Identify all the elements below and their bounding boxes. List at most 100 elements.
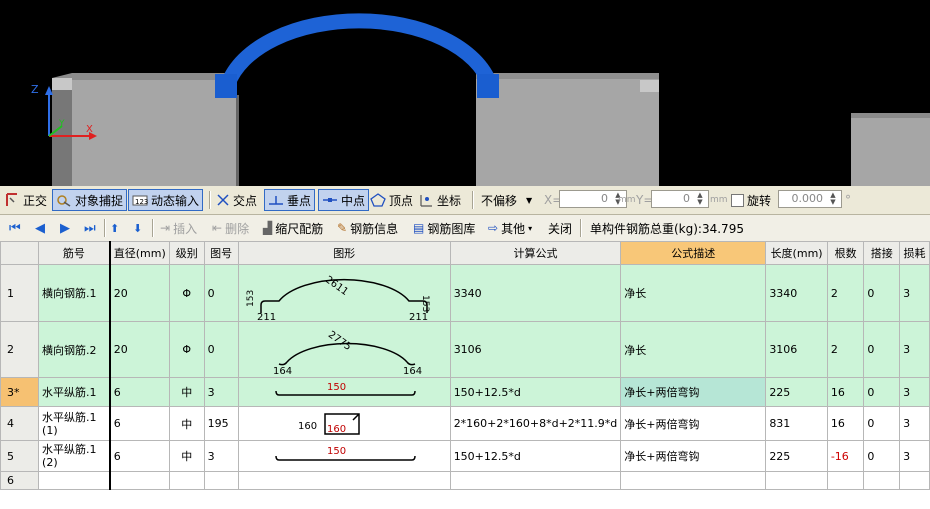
row-index[interactable]: 6 <box>0 471 40 490</box>
object-snap-button[interactable]: 对象捕捉 <box>52 189 128 211</box>
header-cell-figure-no[interactable]: 图号 <box>203 241 239 265</box>
move-up-icon[interactable]: ⬆ <box>110 218 119 238</box>
cell-name[interactable]: 水平纵筋.1 <box>38 377 111 407</box>
table-row[interactable]: 2 横向钢筋.2 20 Φ 0 2775 164 164 3106 净长 310… <box>0 321 930 378</box>
first-record-icon[interactable]: ⏮ <box>9 218 21 238</box>
rebar-table[interactable]: 筋号 直径(mm) 级别 图号 图形 计算公式 公式描述 长度(mm) 根数 搭… <box>0 241 930 509</box>
cell-lap[interactable]: 0 <box>863 321 901 378</box>
next-record-icon[interactable]: ▶ <box>60 218 70 238</box>
cell-shape[interactable]: 150 <box>237 440 451 472</box>
coordinate-snap-button[interactable]: 坐标 <box>418 190 461 210</box>
cell-shape[interactable]: 153 2611 153 211 211 <box>237 264 451 322</box>
cell-loss[interactable]: 3 <box>899 377 930 407</box>
cell-formula-desc[interactable]: 净长+两倍弯钩 <box>620 377 767 407</box>
cell-length[interactable]: 3340 <box>765 264 828 322</box>
cell-diameter[interactable]: 6 <box>109 377 170 407</box>
ortho-button[interactable]: 正交 <box>4 190 47 210</box>
rebar-info-button[interactable]: ✎ 钢筋信息 <box>337 218 398 238</box>
cell-diameter[interactable]: 6 <box>109 440 170 472</box>
cell-diameter[interactable] <box>109 471 170 490</box>
cell-formula[interactable]: 3106 <box>449 321 622 378</box>
row-index[interactable]: 1 <box>0 264 40 322</box>
row-index[interactable]: 4 <box>0 406 40 441</box>
cell-loss[interactable]: 3 <box>899 321 930 378</box>
checkbox-icon[interactable] <box>731 193 744 207</box>
cell-formula[interactable] <box>449 471 622 490</box>
cell-figure-no[interactable] <box>203 471 239 490</box>
close-button[interactable]: 关闭 <box>548 218 572 238</box>
previous-record-icon[interactable]: ◀ <box>35 218 45 238</box>
move-down-icon[interactable]: ⬇ <box>133 218 142 238</box>
table-row[interactable]: 4 水平纵筋.1(1) 6 中 195 160 160 2*160+2*160+… <box>0 406 930 441</box>
cell-count[interactable]: 2 <box>826 264 865 322</box>
cell-length[interactable]: 225 <box>765 440 828 472</box>
cell-length[interactable] <box>765 471 828 490</box>
cell-count[interactable] <box>826 471 865 490</box>
intersection-snap-button[interactable]: 交点 <box>216 190 257 210</box>
cell-count[interactable]: -16 <box>826 440 865 472</box>
rotate-checkbox[interactable]: 旋转 <box>731 190 771 210</box>
header-cell-shape[interactable]: 图形 <box>237 241 451 265</box>
cell-formula-desc[interactable]: 净长+两倍弯钩 <box>620 406 767 441</box>
cell-formula[interactable]: 2*160+2*160+8*d+2*11.9*d <box>449 406 622 441</box>
cell-formula-desc[interactable]: 净长+两倍弯钩 <box>620 440 767 472</box>
table-row[interactable]: 5 水平纵筋.1(2) 6 中 3 150 150+12.5*d 净长+两倍弯钩… <box>0 440 930 472</box>
cell-figure-no[interactable]: 195 <box>203 406 239 441</box>
3d-viewport[interactable]: Z Y X <box>0 0 930 186</box>
cell-formula-desc[interactable] <box>620 471 767 490</box>
cell-shape[interactable]: 150 <box>237 377 451 407</box>
cell-formula[interactable]: 150+12.5*d <box>449 377 622 407</box>
cell-lap[interactable]: 0 <box>863 406 901 441</box>
table-row[interactable]: 1 横向钢筋.1 20 Φ 0 153 2611 153 211 211 334… <box>0 264 930 322</box>
table-row[interactable]: 6 <box>0 471 930 490</box>
rebar-library-button[interactable]: ▤ 钢筋图库 <box>413 218 475 238</box>
cell-figure-no[interactable]: 0 <box>203 321 239 378</box>
offset-mode-select[interactable]: 不偏移 ▼ <box>481 190 537 210</box>
header-cell-formula[interactable]: 计算公式 <box>449 241 622 265</box>
cell-formula-desc[interactable]: 净长 <box>620 264 767 322</box>
perpendicular-snap-button[interactable]: 垂点 <box>264 189 316 211</box>
cell-grade[interactable]: 中 <box>168 406 205 441</box>
cell-formula[interactable]: 3340 <box>449 264 622 322</box>
cell-loss[interactable]: 3 <box>899 264 930 322</box>
cell-count[interactable]: 2 <box>826 321 865 378</box>
rotate-angle-input[interactable]: 0.000 ▲ ▼ <box>778 190 842 208</box>
cell-length[interactable]: 3106 <box>765 321 828 378</box>
cell-diameter[interactable]: 20 <box>109 321 170 378</box>
cell-shape[interactable]: 160 160 <box>237 406 451 441</box>
other-menu-button[interactable]: ⇨ 其他 ▾ <box>488 218 532 238</box>
cell-name[interactable]: 横向钢筋.1 <box>38 264 111 322</box>
insert-button[interactable]: ⇥ 插入 <box>160 218 197 238</box>
cell-grade[interactable]: 中 <box>168 377 205 407</box>
cell-shape[interactable]: 2775 164 164 <box>237 321 451 378</box>
cell-figure-no[interactable]: 3 <box>203 440 239 472</box>
delete-button[interactable]: ⇤ 删除 <box>212 218 249 238</box>
header-cell-length[interactable]: 长度(mm) <box>765 241 828 265</box>
cell-name[interactable]: 横向钢筋.2 <box>38 321 111 378</box>
midpoint-snap-button[interactable]: 中点 <box>318 189 370 211</box>
cell-grade[interactable]: Φ <box>168 264 205 322</box>
header-cell-formula-desc[interactable]: 公式描述 <box>620 241 767 265</box>
cell-grade[interactable]: Φ <box>168 321 205 378</box>
cell-lap[interactable]: 0 <box>863 264 901 322</box>
cell-shape[interactable] <box>237 471 451 490</box>
header-cell-loss[interactable]: 损耗 <box>899 241 930 265</box>
cell-formula[interactable]: 150+12.5*d <box>449 440 622 472</box>
cell-count[interactable]: 16 <box>826 406 865 441</box>
x-offset-input[interactable]: 0 ▲ ▼ <box>559 190 627 208</box>
spinner-icon[interactable]: ▲ ▼ <box>826 192 840 206</box>
cell-grade[interactable]: 中 <box>168 440 205 472</box>
spinner-icon[interactable]: ▲ ▼ <box>693 192 707 206</box>
header-cell-lap[interactable]: 搭接 <box>863 241 901 265</box>
cell-lap[interactable]: 0 <box>863 377 901 407</box>
scale-rebar-button[interactable]: ▟ 缩尺配筋 <box>263 218 323 238</box>
cell-diameter[interactable]: 6 <box>109 406 170 441</box>
vertex-snap-button[interactable]: 顶点 <box>370 190 413 210</box>
cell-loss[interactable] <box>899 471 930 490</box>
cell-name[interactable]: 水平纵筋.1(2) <box>38 440 111 472</box>
cell-name[interactable]: 水平纵筋.1(1) <box>38 406 111 441</box>
last-record-icon[interactable]: ⏭ <box>84 218 96 238</box>
header-cell-diameter[interactable]: 直径(mm) <box>109 241 170 265</box>
cell-length[interactable]: 225 <box>765 377 828 407</box>
y-offset-input[interactable]: 0 ▲ ▼ <box>651 190 709 208</box>
